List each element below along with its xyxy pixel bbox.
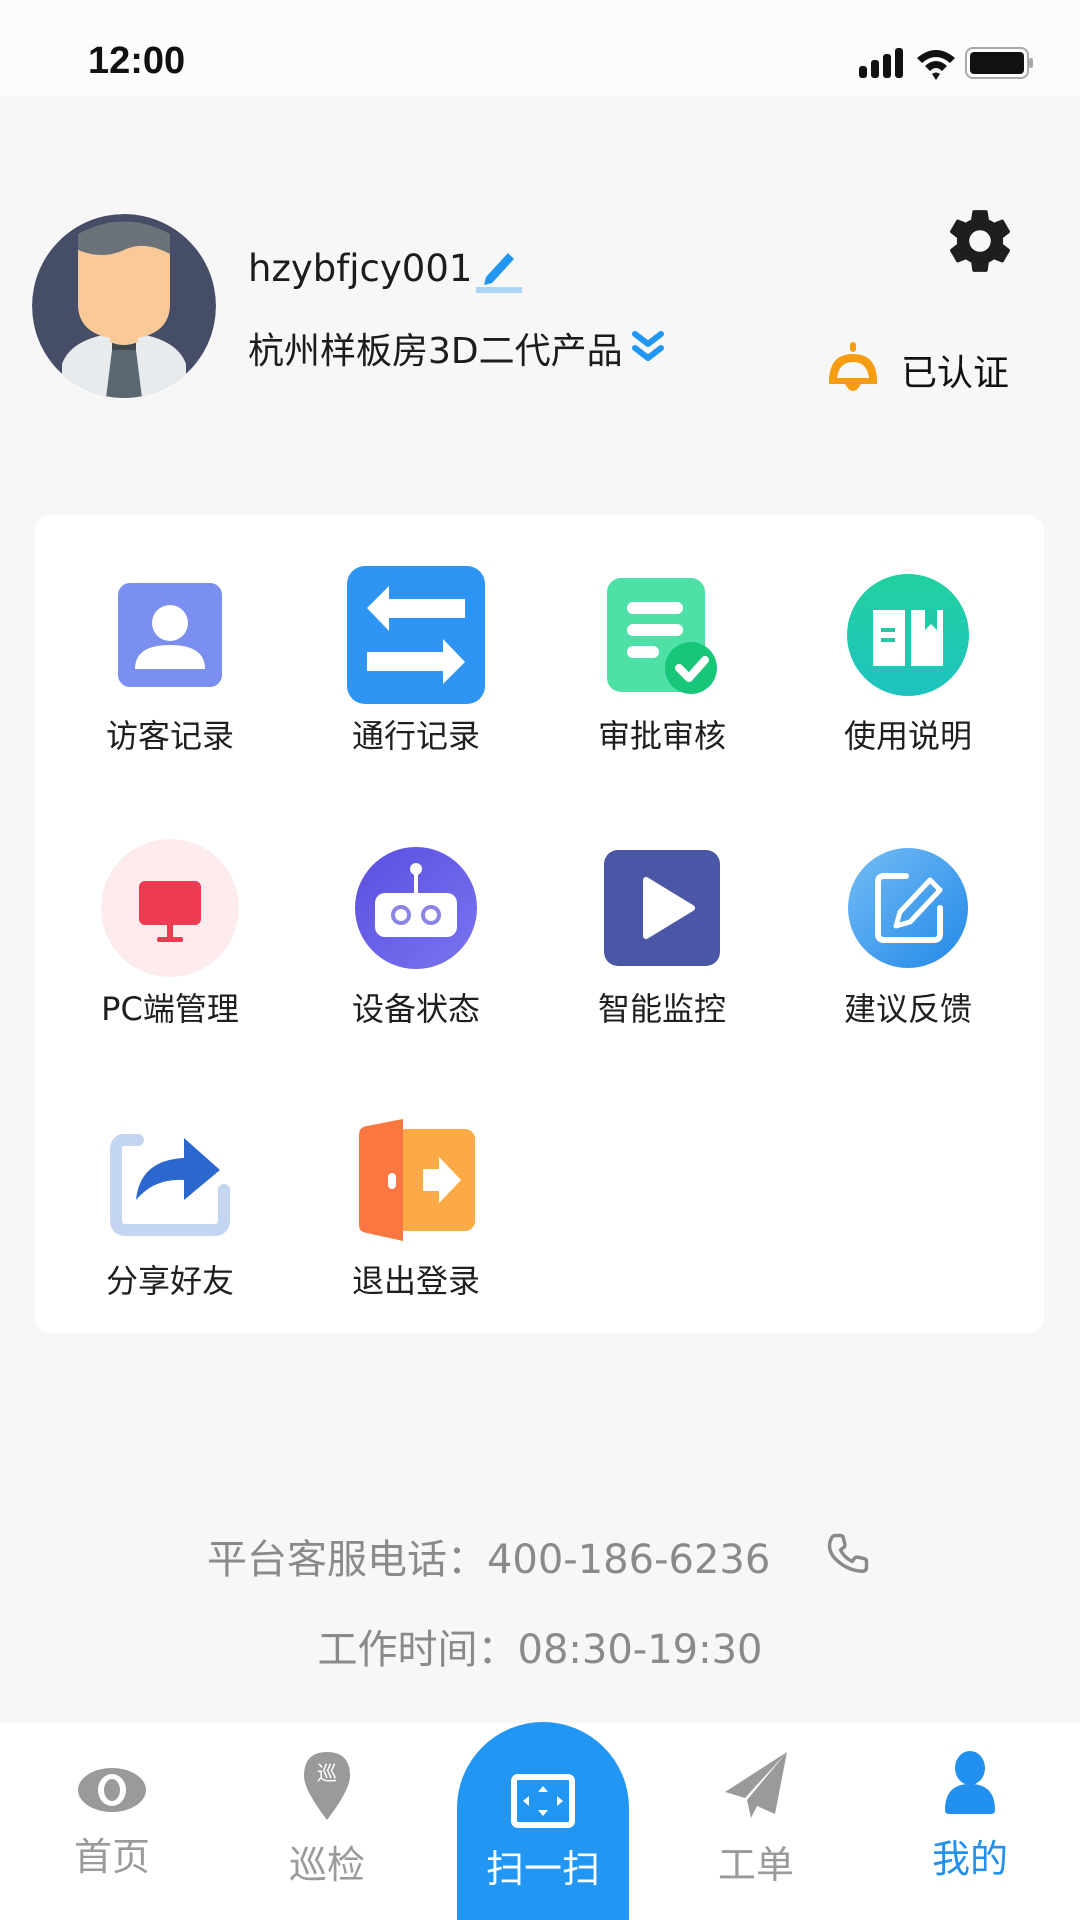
menu-label: 退出登录 [351,1262,480,1300]
certification-status: 已认证 [825,342,1009,398]
document-check-icon [607,578,717,694]
pencil-icon[interactable] [474,243,524,293]
menu-label: 通行记录 [351,717,480,755]
menu-item-feedback[interactable]: 建议反馈 [785,838,1031,1030]
phone-label: 平台客服电话： [206,1537,487,1583]
menu-item-manual[interactable]: 使用说明 [785,565,1031,757]
share-icon [110,1134,230,1236]
status-time: 12:00 [88,40,186,82]
menu-item-pass-records[interactable]: 通行记录 [293,565,539,757]
customer-service-phone[interactable]: 平台客服电话：400-186-6236 [0,1527,1080,1585]
svg-text:巡: 巡 [317,1761,337,1785]
menu-label: 审批审核 [597,717,726,755]
certification-label: 已认证 [901,353,1010,394]
tab-label: 我的 [931,1837,1008,1881]
username-row: hzybfjcy001 [248,243,524,293]
menu-item-smart-monitoring[interactable]: 智能监控 [539,838,785,1030]
battery-icon [965,47,1033,79]
menu-item-pc-management[interactable]: PC端管理 [47,838,293,1030]
tab-label: 扫一扫 [485,1847,600,1891]
robot-icon [355,847,477,969]
exit-door-icon [359,1119,475,1241]
wifi-icon [917,50,955,80]
tab-home[interactable]: 首页 [32,1750,192,1881]
tab-label: 巡检 [288,1843,365,1887]
tab-work-order[interactable]: 工单 [676,1750,836,1889]
tab-label: 工单 [717,1843,794,1887]
transfer-arrows-icon [347,566,485,704]
phone-icon[interactable] [821,1529,873,1581]
menu-label: 使用说明 [843,717,972,755]
status-icons [859,46,1035,80]
paper-plane-icon [725,1752,787,1818]
hours-label: 工作时间： [317,1627,518,1673]
working-hours: 工作时间：08:30-19:30 [0,1617,1080,1675]
company-name: 杭州样板房3D二代产品 [248,331,623,372]
menu-label: 设备状态 [351,990,480,1028]
hours-value: 08:30-19:30 [517,1627,763,1673]
edit-note-icon [848,848,968,968]
tab-scan[interactable]: 扫一扫 [457,1722,629,1920]
menu-label: 分享好友 [105,1262,234,1300]
menu-label: 访客记录 [105,717,234,755]
avatar[interactable] [32,214,216,398]
scan-icon [511,1774,575,1828]
tab-mine[interactable]: 我的 [890,1750,1050,1883]
menu-item-share-friends[interactable]: 分享好友 [47,1110,293,1302]
phone-number[interactable]: 400-186-6236 [487,1537,770,1583]
gear-icon[interactable] [943,204,1017,278]
book-icon [847,574,969,696]
tab-label: 首页 [73,1835,150,1879]
double-chevron-down-icon[interactable] [631,330,665,366]
menu-item-device-status[interactable]: 设备状态 [293,838,539,1030]
menu-label: 建议反馈 [843,990,972,1028]
menu-item-visitor-records[interactable]: 访客记录 [47,565,293,757]
menu-label: PC端管理 [101,990,239,1028]
tab-patrol[interactable]: 巡 巡检 [247,1750,407,1889]
eye-icon [78,1768,146,1812]
play-icon [604,850,720,966]
user-icon [945,1751,995,1814]
bell-icon [829,342,877,391]
visitor-icon [118,583,222,687]
menu-item-approval[interactable]: 审批审核 [539,565,785,757]
menu-label: 智能监控 [597,990,726,1028]
menu-item-logout[interactable]: 退出登录 [293,1110,539,1302]
username: hzybfjcy001 [248,246,473,290]
company-selector[interactable]: 杭州样板房3D二代产品 [248,322,665,374]
monitor-icon [101,839,239,977]
signal-icon [859,48,903,78]
patrol-pin-icon: 巡 [304,1752,350,1820]
